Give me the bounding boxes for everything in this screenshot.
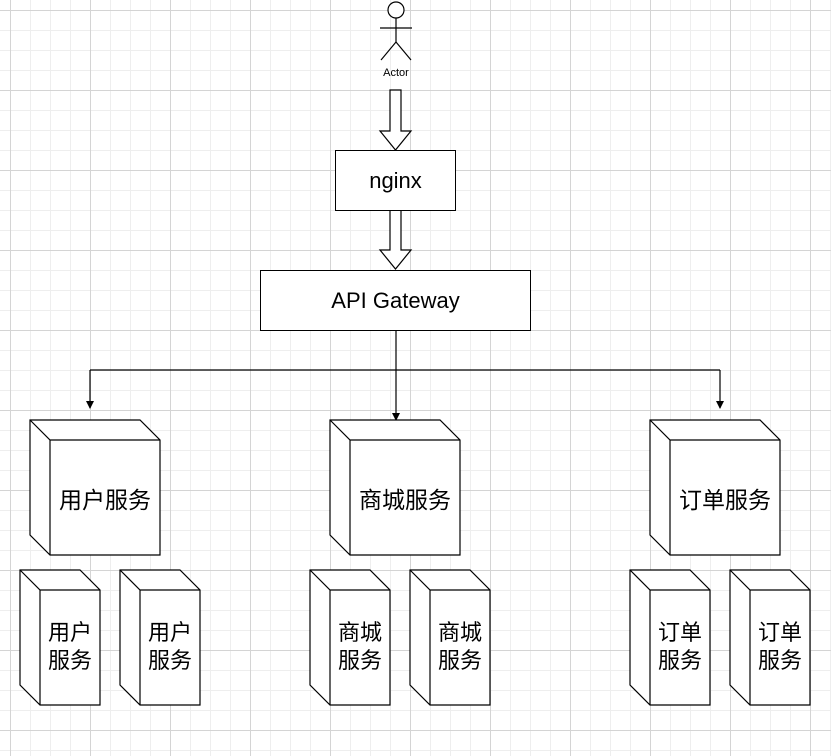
arrow-nginx-to-gateway[interactable] bbox=[378, 209, 413, 270]
order-replica-1-label: 订单 服务 bbox=[657, 620, 702, 674]
gateway-connectors[interactable] bbox=[86, 330, 724, 421]
actor-label: Actor bbox=[383, 67, 409, 79]
mall-service-label: 商城服务 bbox=[359, 487, 451, 514]
api-gateway-node[interactable]: API Gateway bbox=[260, 270, 531, 331]
order-service-label: 订单服务 bbox=[679, 487, 771, 514]
user-service-label: 用户服务 bbox=[59, 487, 151, 514]
user-replica-1-label: 用户 服务 bbox=[47, 620, 92, 674]
user-replica-2-label: 用户 服务 bbox=[147, 620, 192, 674]
api-gateway-label: API Gateway bbox=[331, 287, 460, 313]
actor-icon[interactable] bbox=[380, 1, 412, 61]
mall-replica-1-label: 商城 服务 bbox=[337, 620, 382, 674]
mall-replica-2-label: 商城 服务 bbox=[437, 620, 482, 674]
order-replica-2-label: 订单 服务 bbox=[757, 620, 802, 674]
nginx-label: nginx bbox=[369, 167, 422, 193]
arrow-actor-to-nginx[interactable] bbox=[378, 89, 413, 151]
nginx-node[interactable]: nginx bbox=[335, 150, 456, 211]
